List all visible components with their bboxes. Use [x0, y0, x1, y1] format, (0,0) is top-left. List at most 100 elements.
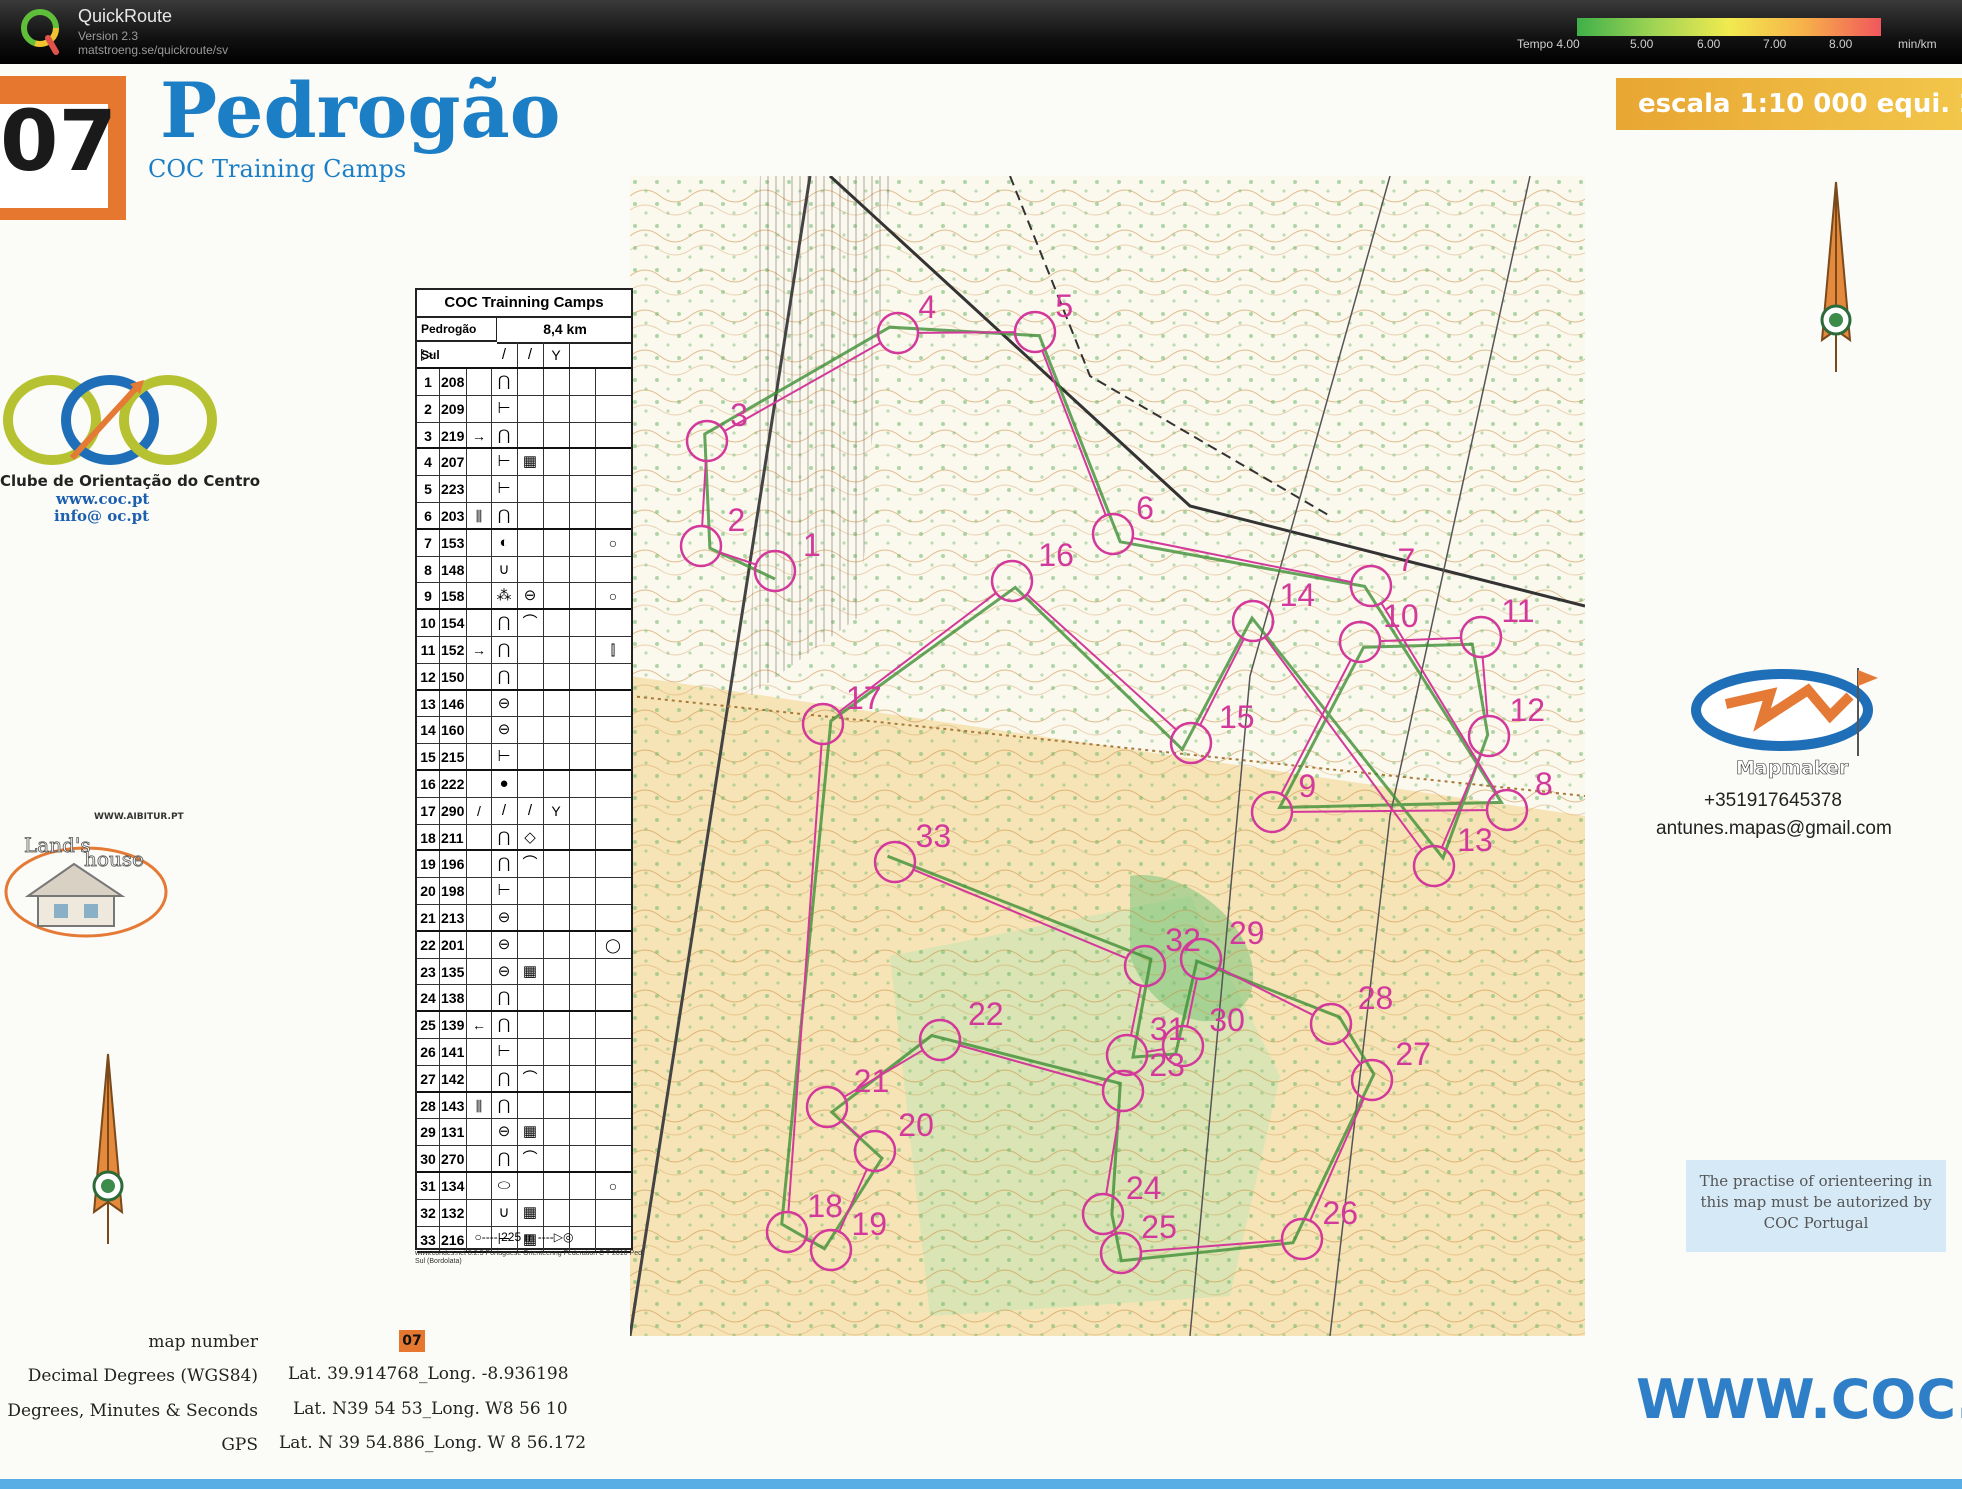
control-other-cell: ◯ — [605, 936, 621, 953]
control-n-cell: 1 — [417, 369, 440, 395]
north-arrow-icon — [92, 1053, 124, 1244]
control-dim-cell — [543, 529, 570, 556]
control-feat-cell: ⊢ — [491, 744, 518, 769]
control-code-cell: 139 — [439, 1012, 467, 1038]
control-dim-cell — [543, 610, 570, 636]
control-other-cell — [595, 396, 631, 422]
control-n-cell: 12 — [417, 663, 440, 689]
control-n-cell: 7 — [417, 529, 440, 556]
sheet-length: 8,4 km — [497, 316, 633, 344]
map-number-small: 07 — [399, 1330, 425, 1352]
map-canvas[interactable] — [630, 176, 1585, 1336]
control-row: 22 201 ⊖ ◯ — [417, 931, 631, 959]
control-other-cell — [595, 959, 631, 985]
control-app-cell — [517, 369, 544, 395]
control-number-label: 19 — [851, 1206, 888, 1242]
control-n-cell: 14 — [417, 717, 440, 744]
control-feat-cell: ⋂ — [491, 369, 518, 395]
control-n-cell: 30 — [417, 1146, 440, 1171]
control-row: 9 158 ⁂ ⊖ ○ — [417, 583, 631, 611]
control-loc-cell — [569, 851, 596, 878]
control-n-cell: 2 — [417, 395, 440, 422]
control-feat-cell: ⊢ — [491, 395, 518, 422]
control-number-label: 23 — [1149, 1047, 1185, 1083]
control-other-cell — [595, 1093, 631, 1119]
control-dim-cell — [543, 690, 570, 717]
control-number-label: 13 — [1457, 822, 1493, 858]
control-which-cell — [467, 369, 492, 395]
control-which-cell: ← — [467, 1012, 492, 1038]
club-website: www.coc.pt — [56, 490, 150, 508]
north-arrow-icon — [1820, 181, 1852, 372]
control-feat-cell: ⋂ — [491, 824, 518, 850]
mapmaker-logo-icon — [1691, 668, 1878, 756]
control-feat-cell: ⊢ — [491, 878, 518, 904]
control-which-cell — [467, 717, 492, 744]
coord-label: Decimal Degrees (WGS84) — [27, 1366, 258, 1386]
control-which-cell — [467, 476, 492, 502]
app-url: matstroeng.se/quickroute/sv — [78, 43, 229, 57]
control-loc-cell — [569, 583, 596, 609]
control-loc-cell — [569, 663, 596, 689]
control-feat-cell: ⊖ — [491, 1119, 518, 1146]
control-row: 19 196 ⋂ ⌒ — [417, 851, 631, 879]
control-feat-cell: ∪ — [491, 556, 518, 583]
app-version-text: Version 2.3 — [78, 29, 139, 43]
control-dim-cell — [543, 1012, 570, 1038]
control-number-label: 5 — [1055, 288, 1074, 324]
control-other-cell — [595, 476, 631, 502]
control-row: 18 211 ⋂ ◇ — [417, 824, 631, 852]
control-number-label: 25 — [1141, 1209, 1177, 1245]
mapmaker-phone: +351917645378 — [1704, 790, 1842, 811]
control-n-cell: 16 — [417, 771, 440, 797]
control-app-cell — [517, 556, 544, 583]
orienteering-map[interactable]: 1 2 3 4 5 6 7 8 9 10 11 12 13 14 15 16 17 18 19 20 21 22 23 24 2… — [630, 176, 1585, 1336]
control-other-cell — [595, 1119, 631, 1145]
control-other-cell — [595, 1146, 631, 1171]
control-feat-cell: / — [491, 797, 518, 824]
control-which-cell — [467, 878, 492, 904]
map-number-label: map number — [148, 1332, 258, 1352]
control-other-cell: ○ — [608, 588, 618, 605]
control-dim-cell — [543, 422, 570, 448]
coc-logo-icon — [3, 375, 217, 465]
control-other-cell: ○ — [608, 1178, 618, 1194]
control-app-cell: ⌒ — [517, 851, 544, 878]
control-dim-cell — [543, 556, 570, 583]
control-dim-cell — [543, 583, 570, 609]
control-n-cell: 31 — [417, 1173, 440, 1199]
control-dim-cell — [543, 1092, 570, 1119]
control-code-cell: 290 — [439, 797, 467, 824]
control-n-cell: 22 — [417, 931, 440, 958]
map-number: 07 — [0, 92, 117, 190]
control-number-label: 30 — [1209, 1002, 1245, 1038]
control-other-cell — [595, 1200, 631, 1226]
control-code-cell: 213 — [439, 905, 467, 930]
control-dim-cell — [543, 1065, 570, 1091]
control-row: 30 270 ⋂ ⌒ — [417, 1146, 631, 1173]
control-which-cell — [467, 824, 492, 850]
control-app-cell — [517, 529, 544, 556]
control-which-cell — [467, 1039, 492, 1065]
control-dim-cell — [543, 717, 570, 744]
bottom-border — [0, 1479, 1962, 1489]
control-number-label: 12 — [1509, 692, 1546, 728]
control-n-cell: 17 — [417, 797, 440, 824]
control-other-cell — [595, 744, 631, 769]
control-other-cell — [595, 691, 631, 717]
coord-label: Degrees, Minutes & Seconds — [7, 1401, 258, 1421]
control-number-label: 14 — [1279, 577, 1316, 613]
control-row: 15 215 ⊢ — [417, 744, 631, 771]
control-feat-cell: ⋂ — [491, 1012, 518, 1038]
control-loc-cell — [569, 717, 596, 744]
control-other-cell — [595, 1066, 631, 1091]
control-row: 12 150 ⋂ — [417, 663, 631, 691]
control-feat-cell: ⋂ — [491, 851, 518, 878]
control-app-cell: ⌒ — [517, 1146, 544, 1171]
control-code-cell: 201 — [439, 931, 467, 958]
control-code-cell: 154 — [439, 610, 467, 636]
app-version: Version 2.3 matstroeng.se/quickroute/sv — [78, 29, 228, 57]
control-other-cell — [595, 369, 631, 395]
tempo-color-scale — [1577, 18, 1881, 36]
control-app-cell — [517, 1092, 544, 1119]
